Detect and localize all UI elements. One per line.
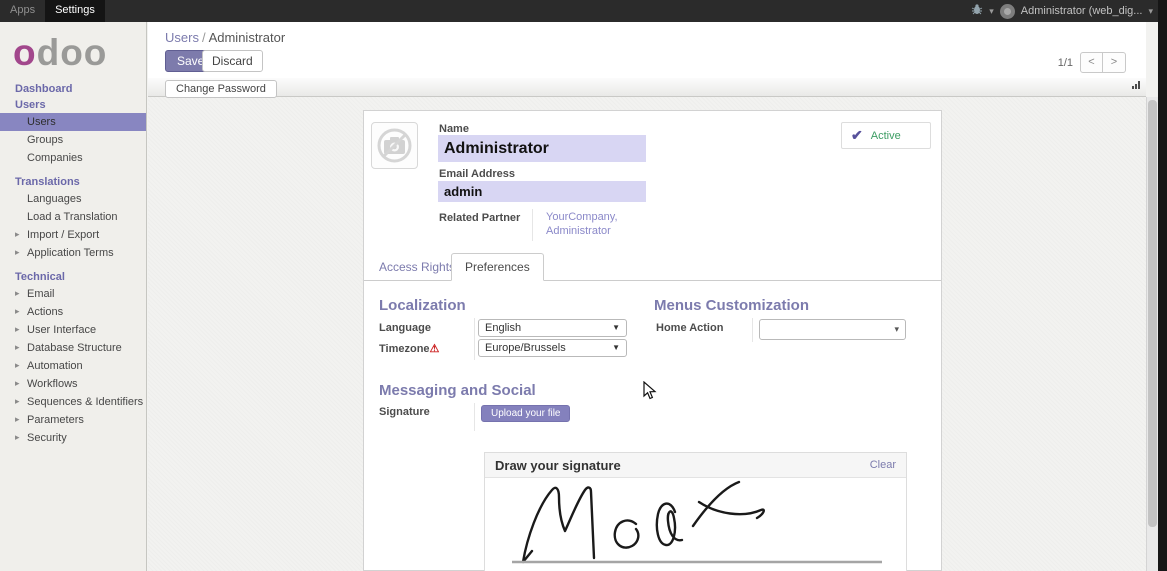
timezone-warning-icon: ⚠ <box>430 343 440 355</box>
systray-caret-icon[interactable]: ▾ <box>989 6 994 17</box>
settings-sidebar: odoo Dashboard Users Users Groups Compan… <box>0 22 147 571</box>
pager-previous-button[interactable]: < <box>1080 52 1103 73</box>
expand-icon: ▸ <box>15 306 20 317</box>
expand-icon: ▸ <box>15 288 20 299</box>
home-action-label: Home Action <box>656 322 723 334</box>
odoo-logo[interactable]: odoo <box>0 22 146 81</box>
change-password-button[interactable]: Change Password <box>165 80 277 98</box>
pager: 1/1 < > <box>1058 52 1126 73</box>
sidebar-item-workflows[interactable]: ▸Workflows <box>0 375 146 393</box>
sidebar-item-user-interface[interactable]: ▸User Interface <box>0 321 146 339</box>
select-arrow-icon: ▼ <box>612 343 620 352</box>
sidebar-item-sequences-identifiers[interactable]: ▸Sequences & Identifiers <box>0 393 146 411</box>
sidebar-header-translations[interactable]: Translations <box>0 174 146 190</box>
timezone-label: Timezone⚠ <box>379 342 439 355</box>
field-separator <box>752 318 753 342</box>
expand-icon: ▸ <box>15 378 20 389</box>
active-toggle[interactable]: ✔ Active <box>841 122 931 149</box>
sidebar-item-parameters[interactable]: ▸Parameters <box>0 411 146 429</box>
sidebar-item-languages[interactable]: Languages <box>0 190 146 208</box>
pager-value: 1/1 <box>1058 57 1073 69</box>
user-avatar[interactable] <box>1000 4 1015 19</box>
sidebar-item-database-structure[interactable]: ▸Database Structure <box>0 339 146 357</box>
expand-icon: ▸ <box>15 229 20 240</box>
signature-label: Signature <box>379 406 430 418</box>
expand-icon: ▸ <box>15 324 20 335</box>
sidebar-item-import-export[interactable]: ▸Import / Export <box>0 226 146 244</box>
home-action-combobox[interactable]: ▾ <box>759 319 906 340</box>
breadcrumb-separator: / <box>199 30 209 45</box>
sidebar-item-users[interactable]: Users <box>0 113 146 131</box>
resize-grip-icon[interactable] <box>1132 81 1142 89</box>
signature-drawing <box>485 478 908 571</box>
signature-canvas[interactable] <box>485 478 906 571</box>
expand-icon: ▸ <box>15 360 20 371</box>
user-form-sheet: Name Email Address Related Partner YourC… <box>363 110 942 571</box>
tab-preferences[interactable]: Preferences <box>451 253 544 281</box>
field-separator <box>532 209 533 241</box>
sidebar-item-application-terms[interactable]: ▸Application Terms <box>0 244 146 262</box>
odoo-backend: Apps Settings ▾ Administrator (web_dig..… <box>0 0 1167 571</box>
notebook-tabbar: Access Rights Preferences <box>364 253 941 281</box>
bug-icon[interactable] <box>971 2 983 20</box>
sidebar-header-users[interactable]: Users <box>0 97 146 113</box>
breadcrumb: Users/Administrator <box>165 30 285 45</box>
signature-pad-title: Draw your signature <box>495 458 621 473</box>
language-label: Language <box>379 322 431 334</box>
upload-file-button[interactable]: Upload your file <box>481 405 570 422</box>
expand-icon: ▸ <box>15 432 20 443</box>
select-arrow-icon: ▼ <box>612 323 620 332</box>
active-label: Active <box>871 130 901 142</box>
localization-title: Localization <box>379 297 466 314</box>
combo-caret-icon: ▾ <box>894 324 899 335</box>
menus-customization-title: Menus Customization <box>654 297 809 314</box>
expand-icon: ▸ <box>15 396 20 407</box>
related-partner-link[interactable]: YourCompany, Administrator <box>546 211 656 239</box>
scrollbar-thumb[interactable] <box>1148 100 1157 527</box>
signature-pad: Draw your signature Clear <box>484 452 907 571</box>
name-label: Name <box>439 123 469 135</box>
sidebar-item-actions[interactable]: ▸Actions <box>0 303 146 321</box>
top-menubar: Apps Settings ▾ Administrator (web_dig..… <box>0 0 1167 22</box>
sidebar-item-groups[interactable]: Groups <box>0 131 146 149</box>
sidebar-item-load-translation[interactable]: Load a Translation <box>0 208 146 226</box>
topbar-right-cluster: ▾ Administrator (web_dig... ▾ <box>971 0 1167 22</box>
timezone-select[interactable]: Europe/Brussels ▼ <box>478 339 627 357</box>
topmenu-apps[interactable]: Apps <box>0 0 45 22</box>
signature-clear-link[interactable]: Clear <box>870 459 896 471</box>
user-menu[interactable]: Administrator (web_dig... <box>1021 5 1143 17</box>
sidebar-item-automation[interactable]: ▸Automation <box>0 357 146 375</box>
sidebar-item-security[interactable]: ▸Security <box>0 429 146 447</box>
field-separator <box>474 318 475 360</box>
expand-icon: ▸ <box>15 247 20 258</box>
no-camera-icon <box>372 123 417 168</box>
pager-next-button[interactable]: > <box>1103 52 1126 73</box>
signature-pad-header: Draw your signature Clear <box>485 453 906 478</box>
field-separator <box>474 403 475 431</box>
email-label: Email Address <box>439 168 515 180</box>
breadcrumb-users-link[interactable]: Users <box>165 30 199 45</box>
vertical-scrollbar[interactable] <box>1146 97 1158 571</box>
control-panel: Users/Administrator Save Discard 1/1 < > <box>148 22 1146 78</box>
tab-access-rights[interactable]: Access Rights <box>379 260 455 274</box>
form-statusbar: Change Password <box>148 78 1146 97</box>
window-edge <box>1158 0 1167 571</box>
user-menu-caret-icon[interactable]: ▾ <box>1148 6 1153 17</box>
sidebar-header-technical[interactable]: Technical <box>0 269 146 285</box>
user-photo-placeholder[interactable] <box>371 122 418 169</box>
name-input[interactable] <box>438 135 646 162</box>
topmenu-settings[interactable]: Settings <box>45 0 105 22</box>
sidebar-item-companies[interactable]: Companies <box>0 149 146 167</box>
check-icon: ✔ <box>851 127 863 144</box>
email-input[interactable] <box>438 181 646 202</box>
sidebar-header-dashboard[interactable]: Dashboard <box>0 81 146 97</box>
language-select[interactable]: English ▼ <box>478 319 627 337</box>
expand-icon: ▸ <box>15 342 20 353</box>
breadcrumb-current: Administrator <box>209 30 286 45</box>
discard-button[interactable]: Discard <box>202 50 263 72</box>
related-partner-label: Related Partner <box>439 212 520 224</box>
messaging-social-title: Messaging and Social <box>379 382 536 399</box>
sidebar-item-email[interactable]: ▸Email <box>0 285 146 303</box>
expand-icon: ▸ <box>15 414 20 425</box>
